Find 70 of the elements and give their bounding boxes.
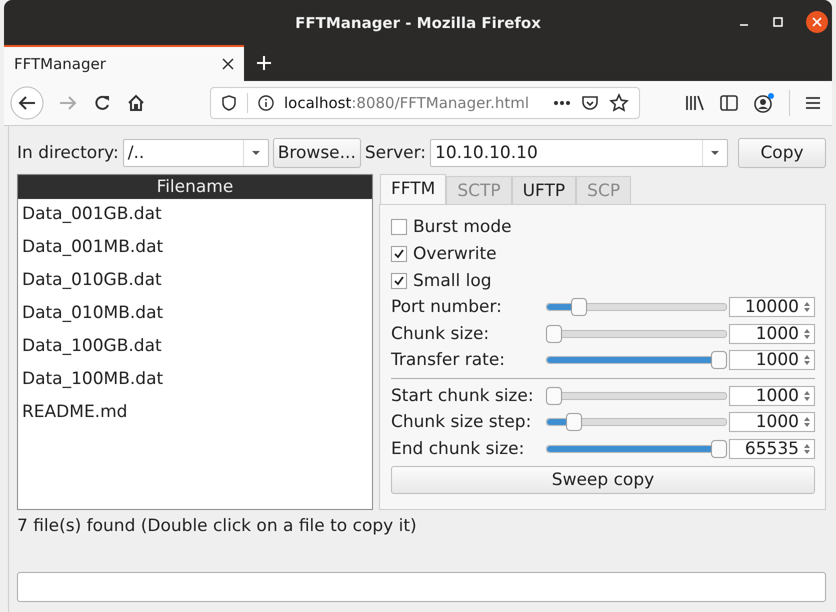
file-item[interactable]: Data_010MB.dat — [18, 298, 372, 331]
checkbox-label: Small log — [413, 270, 492, 290]
output-field[interactable] — [17, 572, 826, 602]
slider-handle[interactable] — [546, 386, 562, 405]
spin-box[interactable]: 65535 — [729, 438, 815, 459]
setting-label: Chunk size: — [391, 324, 490, 344]
tab[interactable]: FFTM — [380, 174, 446, 204]
spin-box[interactable]: 1000 — [729, 412, 815, 432]
window-title: FFTManager - Mozilla Firefox — [295, 14, 541, 32]
slider-handle[interactable] — [570, 298, 587, 316]
spin-box[interactable]: 1000 — [729, 350, 815, 370]
slider[interactable] — [546, 351, 727, 370]
slider-handle[interactable] — [711, 351, 727, 370]
checkbox[interactable] — [391, 272, 407, 288]
info-icon[interactable] — [258, 95, 274, 111]
spin-box[interactable]: 10000 — [729, 297, 815, 318]
file-item[interactable]: Data_010GB.dat — [18, 265, 372, 298]
browse-button[interactable]: Browse... — [272, 138, 361, 168]
account-icon[interactable] — [753, 92, 775, 114]
column-header[interactable]: Filename — [18, 175, 372, 199]
star-icon[interactable] — [609, 93, 629, 113]
directory-combo[interactable]: /.. — [122, 139, 269, 167]
checkbox[interactable] — [391, 246, 407, 262]
checkbox-label: Burst mode — [413, 216, 512, 236]
server-combo[interactable]: 10.10.10.10 — [430, 139, 728, 167]
maximize-icon[interactable] — [772, 16, 784, 28]
slider[interactable] — [546, 298, 727, 316]
shield-icon[interactable] — [221, 95, 237, 111]
file-item[interactable]: README.md — [18, 397, 372, 430]
file-item[interactable]: Data_100GB.dat — [18, 331, 372, 364]
spin-box[interactable]: 1000 — [729, 324, 815, 344]
slider[interactable] — [546, 386, 727, 405]
status-text: 7 file(s) found (Double click on a file to copy it) — [17, 516, 418, 536]
browser-tab[interactable]: FFTManager — [4, 45, 244, 81]
copy-button[interactable]: Copy — [738, 138, 826, 168]
more-icon[interactable] — [553, 100, 571, 106]
sweep-copy-button[interactable]: Sweep copy — [391, 466, 815, 494]
slider[interactable] — [546, 413, 727, 432]
file-item[interactable]: Data_100MB.dat — [18, 364, 372, 397]
slider[interactable] — [546, 440, 727, 458]
address-bar[interactable]: localhost:8080/FFTManager.html — [210, 87, 640, 119]
slider-handle[interactable] — [546, 324, 562, 343]
setting-label: Chunk size step: — [391, 412, 532, 432]
home-icon[interactable] — [126, 93, 146, 113]
file-item[interactable]: Data_001GB.dat — [18, 199, 372, 232]
sidebar-icon[interactable] — [719, 94, 739, 112]
slider[interactable] — [546, 324, 727, 343]
dropdown-icon[interactable] — [710, 150, 720, 156]
pocket-icon[interactable] — [581, 94, 599, 112]
checkbox[interactable] — [391, 218, 407, 234]
slider-handle[interactable] — [711, 440, 727, 458]
checkbox-label: Overwrite — [413, 244, 497, 264]
setting-label: End chunk size: — [391, 438, 526, 459]
setting-label: Transfer rate: — [391, 350, 506, 370]
close-icon[interactable] — [806, 11, 828, 33]
setting-label: Start chunk size: — [391, 386, 535, 406]
server-label: Server: — [364, 143, 426, 163]
dropdown-icon[interactable] — [250, 150, 261, 156]
setting-label: Port number: — [391, 297, 503, 318]
menu-icon[interactable] — [804, 95, 822, 111]
url-text: localhost:8080/FFTManager.html — [284, 94, 530, 112]
back-icon[interactable] — [10, 86, 44, 120]
file-item[interactable]: Data_001MB.dat — [18, 232, 372, 265]
directory-label: In directory: — [17, 143, 119, 163]
new-tab-icon[interactable] — [256, 55, 272, 71]
library-icon[interactable] — [685, 94, 705, 112]
slider-handle[interactable] — [566, 413, 582, 432]
close-icon[interactable] — [222, 58, 234, 70]
spin-box[interactable]: 1000 — [729, 386, 815, 406]
tab[interactable]: UFTP — [512, 176, 576, 204]
